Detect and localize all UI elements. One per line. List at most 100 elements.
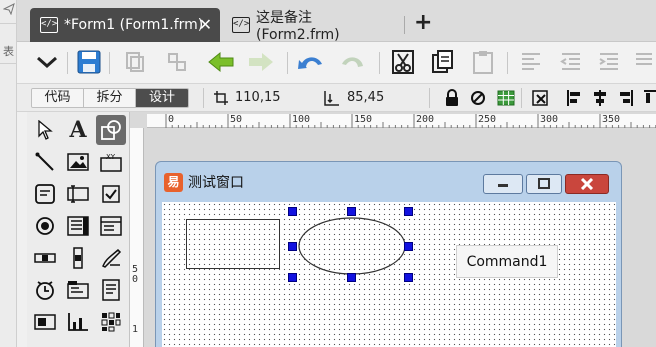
picture-box-tool-icon[interactable]	[30, 307, 60, 337]
align-right-icon[interactable]	[615, 86, 637, 110]
file-tool-icon[interactable]	[96, 275, 126, 305]
app-icon: 易	[164, 172, 183, 192]
no-icon[interactable]	[467, 86, 489, 110]
tab-bar: </> *Form1 (Form1.frm) ✕ </> 这是备注 (Form2…	[0, 0, 656, 43]
toolbar-separator	[109, 52, 110, 74]
grid-tool-icon[interactable]	[96, 307, 126, 337]
listbox-tool-icon[interactable]	[63, 211, 93, 241]
add-tab-button[interactable]: +	[414, 10, 432, 36]
clipboard-icon[interactable]	[469, 48, 497, 76]
ruler-label: 250	[478, 114, 497, 125]
ruler-label: 350	[602, 114, 621, 125]
form-title-bar: 易 测试窗口	[164, 172, 244, 192]
drive-tool-icon[interactable]	[63, 275, 93, 305]
ruler-label: 150	[354, 114, 373, 125]
resize-handle[interactable]	[347, 273, 356, 282]
command-button[interactable]: Command1	[456, 245, 558, 278]
outdent-icon[interactable]	[557, 48, 585, 76]
align-icon[interactable]	[517, 48, 545, 76]
side-tab-label[interactable]: 表	[0, 40, 17, 64]
toolbar-separator	[429, 88, 430, 108]
shape-tool-icon[interactable]	[96, 115, 126, 145]
ruler-label: 0	[168, 114, 175, 125]
close-tab-icon[interactable]: ✕	[199, 17, 212, 33]
tab-design[interactable]: 设计	[136, 89, 188, 107]
toolbar-separator	[287, 52, 288, 74]
save-icon[interactable]	[75, 48, 103, 76]
rectangle-shape[interactable]	[186, 219, 280, 269]
minimize-button[interactable]	[483, 174, 523, 194]
list-icon[interactable]	[629, 48, 656, 76]
frame-tool-icon[interactable]	[30, 179, 60, 209]
send-icon[interactable]	[0, 0, 17, 24]
copy2-icon[interactable]	[429, 48, 457, 76]
form-designer-canvas[interactable]: 0 50 100 150 200 250 300 350 5 0 1 易 测试窗…	[129, 112, 656, 347]
timer-tool-icon[interactable]	[30, 275, 60, 305]
resize-handle[interactable]	[404, 273, 413, 282]
grid-icon[interactable]	[495, 86, 517, 110]
forward-icon[interactable]	[247, 48, 275, 76]
vscroll-tool-icon[interactable]	[63, 243, 93, 273]
radio-tool-icon[interactable]	[30, 211, 60, 241]
toolbar-separator	[67, 52, 68, 74]
image-tool-icon[interactable]	[63, 147, 93, 177]
resize-handle[interactable]	[288, 207, 297, 216]
combobox-tool-icon[interactable]	[96, 211, 126, 241]
align-left-icon[interactable]	[563, 86, 585, 110]
ellipse-shape[interactable]	[296, 215, 408, 277]
tab-separator	[404, 16, 405, 34]
size-icon	[324, 91, 339, 106]
indent-icon[interactable]	[595, 48, 623, 76]
ruler-label: 50	[230, 114, 243, 125]
vertical-ruler: 5 0 1	[130, 128, 144, 347]
position-icon	[214, 91, 228, 105]
form-client-area[interactable]: Command1	[162, 202, 616, 347]
tab-code[interactable]: 代码	[32, 89, 84, 107]
hscroll-tool-icon[interactable]	[30, 243, 60, 273]
form-window[interactable]: 易 测试窗口 Command1	[155, 161, 622, 347]
back-icon[interactable]	[207, 48, 235, 76]
designer-toolbar: 代码 拆分 设计 110,15 85,45	[17, 84, 656, 112]
checkbox-tool-icon[interactable]	[96, 179, 126, 209]
delete-control-icon[interactable]	[529, 86, 551, 110]
resize-handle[interactable]	[404, 242, 413, 251]
size-readout: 85,45	[323, 88, 384, 108]
close-window-button[interactable]	[565, 174, 609, 194]
tab-form2[interactable]: </> 这是备注 (Form2.frm)	[222, 8, 402, 43]
resize-handle[interactable]	[404, 207, 413, 216]
resize-handle[interactable]	[288, 242, 297, 251]
ruler-label: 300	[540, 114, 559, 125]
maximize-button[interactable]	[526, 174, 562, 194]
textbox-tool-icon[interactable]	[63, 179, 93, 209]
undo-icon[interactable]	[297, 48, 325, 76]
toolbar-separator	[521, 88, 522, 108]
coord-tool-icon[interactable]: XY	[96, 147, 126, 177]
code-file-icon: </>	[232, 17, 250, 33]
copy-icon[interactable]	[121, 48, 149, 76]
cut-icon[interactable]	[389, 48, 417, 76]
tab-label: *Form1 (Form1.frm)	[64, 17, 204, 33]
tab-split[interactable]: 拆分	[84, 89, 136, 107]
redo-icon[interactable]	[339, 48, 367, 76]
label-tool-icon[interactable]: A	[63, 115, 93, 145]
position-value: 110,15	[235, 90, 281, 105]
chevron-down-icon[interactable]	[33, 48, 61, 76]
resize-handle[interactable]	[347, 207, 356, 216]
paste-icon[interactable]	[163, 48, 191, 76]
main-toolbar	[17, 42, 656, 84]
align-center-icon[interactable]	[589, 86, 611, 110]
pen-tool-icon[interactable]	[96, 243, 126, 273]
align-top-icon[interactable]	[639, 86, 656, 110]
toolbar-separator	[203, 88, 204, 108]
tab-form1[interactable]: </> *Form1 (Form1.frm) ✕	[30, 8, 220, 42]
ruler-label: 200	[416, 114, 435, 125]
left-side-strip: 表	[0, 0, 17, 347]
line-tool-icon[interactable]	[30, 147, 60, 177]
code-file-icon: </>	[40, 17, 58, 33]
lock-icon[interactable]	[441, 86, 463, 110]
position-readout: 110,15	[213, 88, 281, 108]
chart-tool-icon[interactable]	[63, 307, 93, 337]
toolbar-separator	[379, 52, 380, 74]
resize-handle[interactable]	[288, 273, 297, 282]
pointer-tool-icon[interactable]	[30, 115, 60, 145]
